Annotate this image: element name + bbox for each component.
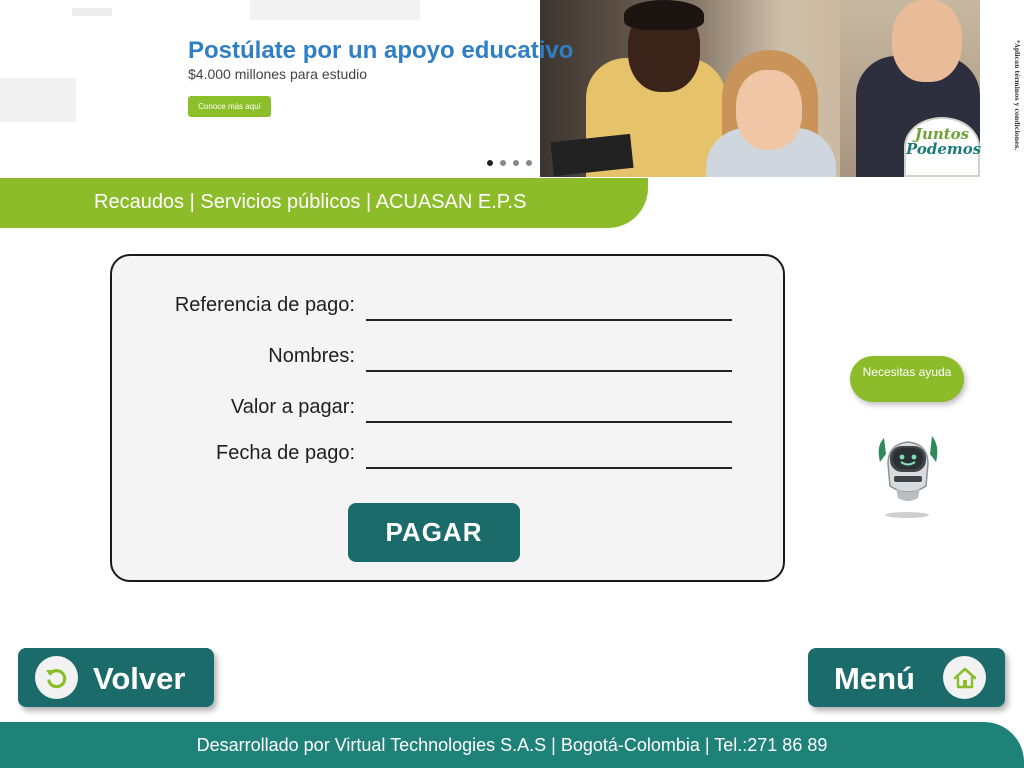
reference-field[interactable] bbox=[366, 319, 732, 321]
pay-button[interactable]: PAGAR bbox=[348, 503, 520, 562]
carousel-dot[interactable] bbox=[526, 160, 532, 166]
footer-credits: Desarrollado por Virtual Technologies S.… bbox=[196, 735, 828, 755]
undo-icon bbox=[35, 656, 78, 699]
date-label: Fecha de pago: bbox=[216, 442, 355, 464]
paper-texture bbox=[0, 78, 76, 122]
promo-banner[interactable]: Postúlate por un apoyo educativo $4.000 … bbox=[0, 0, 1024, 177]
paper-texture bbox=[250, 0, 420, 20]
home-icon bbox=[943, 656, 986, 699]
menu-button[interactable]: Menú bbox=[808, 648, 1005, 707]
carousel-dot[interactable] bbox=[513, 160, 519, 166]
date-field[interactable] bbox=[366, 467, 732, 469]
names-field[interactable] bbox=[366, 370, 732, 372]
amount-field-row: Valor a pagar: bbox=[112, 388, 787, 428]
reference-field-row: Referencia de pago: bbox=[112, 286, 787, 326]
carousel-dot[interactable] bbox=[500, 160, 506, 166]
paper-texture bbox=[72, 8, 112, 16]
terms-note: *Aplican términos y condiciones. bbox=[1013, 40, 1020, 151]
robot-assistant-icon[interactable] bbox=[876, 424, 940, 520]
amount-field[interactable] bbox=[366, 421, 732, 423]
breadcrumb: Recaudos | Servicios públicos | ACUASAN … bbox=[0, 178, 648, 228]
carousel-dot[interactable] bbox=[487, 160, 493, 166]
amount-label: Valor a pagar: bbox=[230, 396, 355, 418]
names-label: Nombres: bbox=[268, 345, 355, 367]
date-field-row: Fecha de pago: bbox=[112, 434, 787, 474]
juntos-podemos-logo: Juntos Podemos bbox=[904, 117, 981, 177]
back-label: Volver bbox=[93, 661, 186, 696]
names-field-row: Nombres: bbox=[112, 337, 787, 377]
promo-cta-button[interactable]: Conoce más aquí bbox=[188, 96, 271, 117]
help-button[interactable]: Necesitas ayuda bbox=[850, 356, 964, 402]
breadcrumb-text: Recaudos | Servicios públicos | ACUASAN … bbox=[94, 191, 527, 213]
payment-form: Referencia de pago: Nombres: Valor a pag… bbox=[110, 254, 785, 582]
back-button[interactable]: Volver bbox=[18, 648, 214, 707]
footer: Desarrollado por Virtual Technologies S.… bbox=[0, 722, 1024, 768]
promo-subtitle: $4.000 millones para estudio bbox=[188, 66, 368, 82]
menu-label: Menú bbox=[834, 661, 915, 696]
carousel-dots[interactable] bbox=[487, 160, 532, 166]
reference-label: Referencia de pago: bbox=[174, 294, 355, 316]
promo-title: Postúlate por un apoyo educativo bbox=[188, 37, 574, 64]
